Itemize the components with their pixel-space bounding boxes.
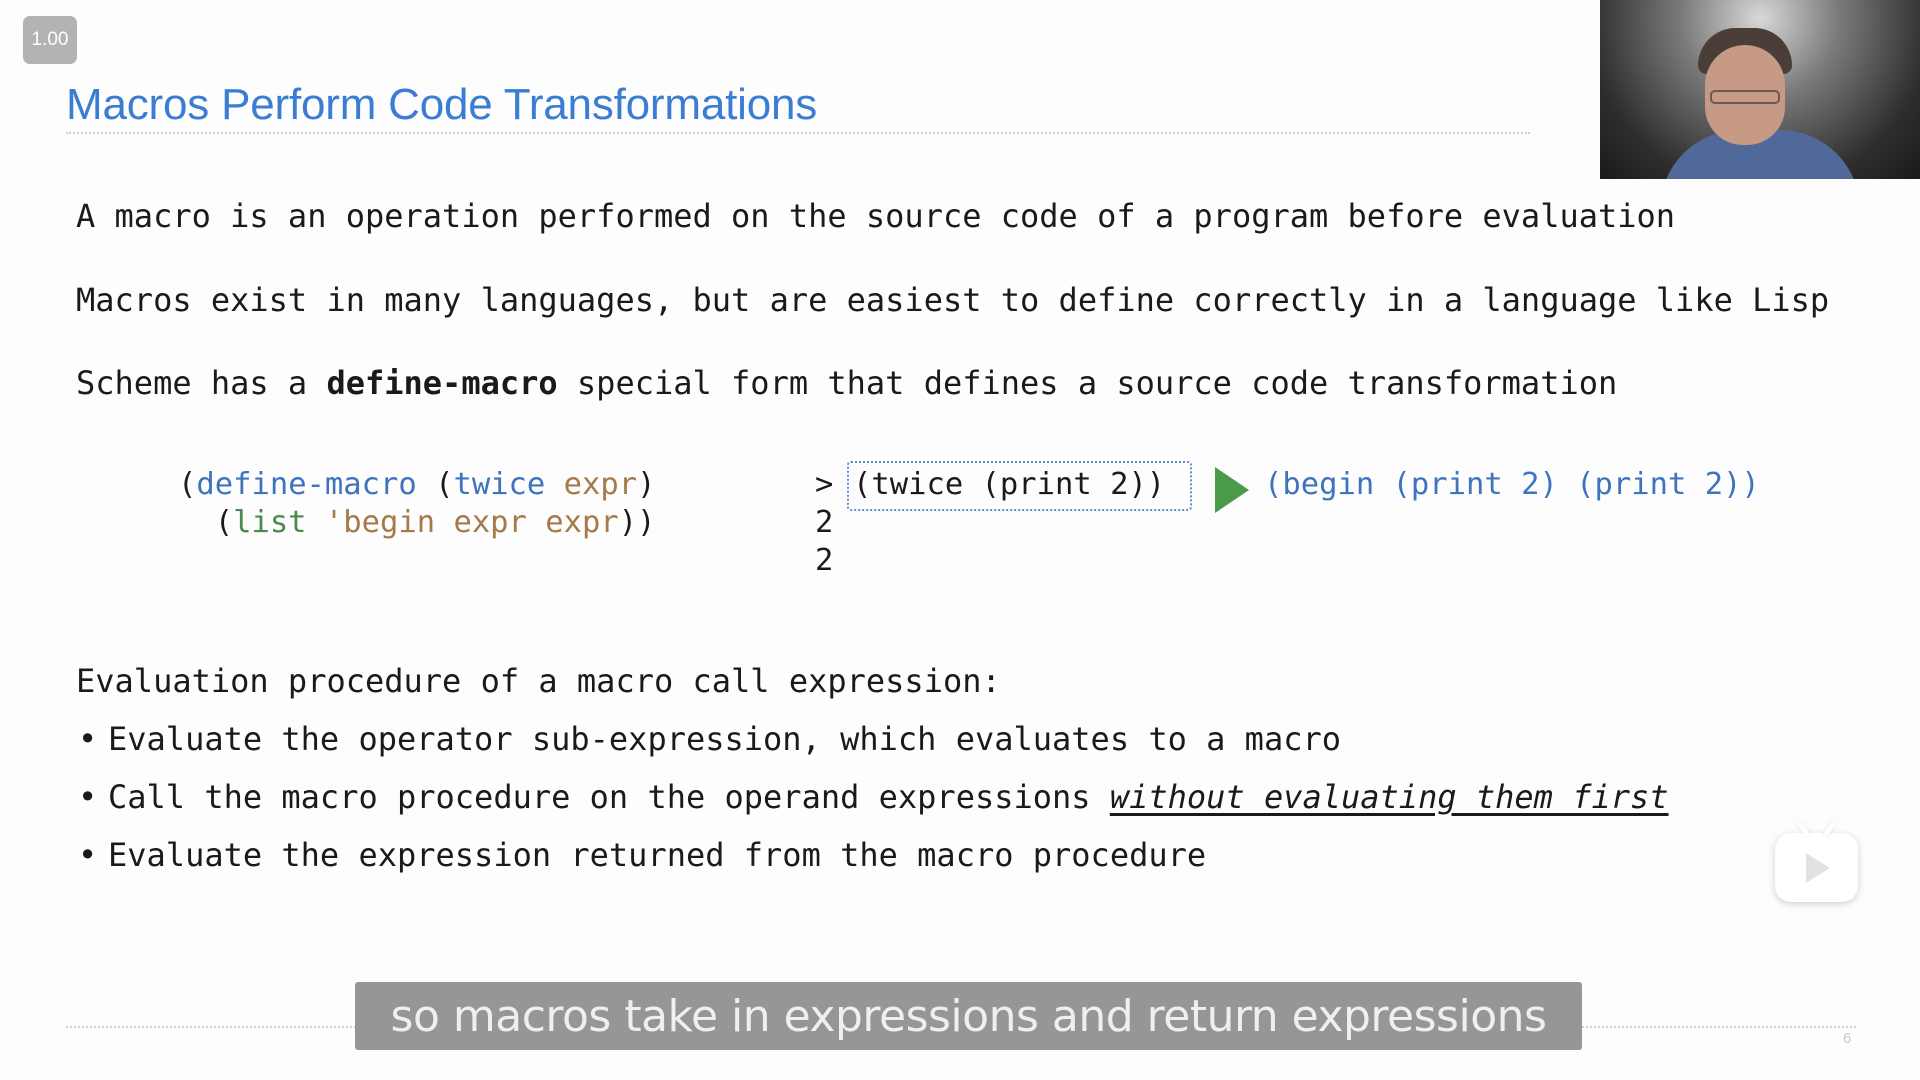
presenter-glasses: [1710, 90, 1780, 104]
code-paren: (: [416, 467, 454, 502]
repl-input: (twice (print 2)): [853, 467, 1166, 502]
p3-text-after: special form that defines a source code …: [557, 364, 1618, 402]
evaluation-heading: Evaluation procedure of a macro call exp…: [76, 662, 1001, 700]
code-quoted-args: 'begin expr expr: [324, 505, 619, 540]
bullet-icon: •: [78, 836, 98, 874]
code-paren: ): [637, 467, 656, 502]
bullet-icon: •: [78, 778, 98, 816]
bullet-text: Evaluate the operator sub-expression, wh…: [108, 720, 1341, 758]
tv-antenna-left: [1796, 821, 1811, 837]
code-paren: (: [178, 505, 234, 540]
repl-prompt: >: [815, 467, 834, 502]
play-arrow-icon: [1215, 467, 1249, 513]
tv-play-icon: [1806, 853, 1830, 883]
p3-text-before: Scheme has a: [76, 364, 327, 402]
page-number: 6: [1843, 1030, 1852, 1047]
code-keyword-define-macro: define-macro: [196, 467, 417, 502]
define-macro-keyword: define-macro: [326, 364, 558, 402]
title-divider: [66, 132, 1530, 134]
bullet-item: • Evaluate the operator sub-expression, w…: [78, 719, 1341, 759]
code-paren: (: [178, 467, 197, 502]
code-paren: )): [618, 505, 656, 540]
subtitle-caption: so macros take in expressions and return…: [355, 982, 1582, 1050]
bullet-text: Evaluate the expression returned from th…: [108, 836, 1207, 874]
code-macro-name: twice: [453, 467, 546, 502]
bullet-icon: •: [78, 720, 98, 758]
bullet-item: • Evaluate the expression returned from t…: [78, 835, 1206, 875]
playback-speed-button[interactable]: 1.00: [23, 16, 77, 64]
tv-play-button[interactable]: [1775, 821, 1858, 902]
paragraph-macros-languages: Macros exist in many languages, but are …: [76, 281, 1830, 319]
bullet-emphasis: without evaluating them first: [1109, 778, 1669, 816]
macro-expansion: (begin (print 2) (print 2)): [1264, 467, 1760, 502]
slide-title: Macros Perform Code Transformations: [66, 80, 818, 129]
paragraph-define-macro: Scheme has a define-macro special form t…: [76, 363, 1617, 403]
repl-output-2: 2: [815, 543, 834, 578]
bullet-item: • Call the macro procedure on the operand…: [78, 777, 1669, 817]
paragraph-macro-definition: A macro is an operation performed on the…: [76, 197, 1676, 235]
bullet-text: Call the macro procedure on the operand …: [108, 778, 1110, 816]
code-line-2: (list 'begin expr expr)): [178, 504, 656, 542]
code-line-1: (define-macro (twice expr): [178, 466, 656, 504]
tv-antenna-right: [1822, 821, 1837, 837]
code-param: expr: [563, 467, 638, 502]
code-func-list: list: [233, 505, 307, 540]
repl-output-1: 2: [815, 505, 834, 540]
presenter-video: [1600, 0, 1920, 179]
